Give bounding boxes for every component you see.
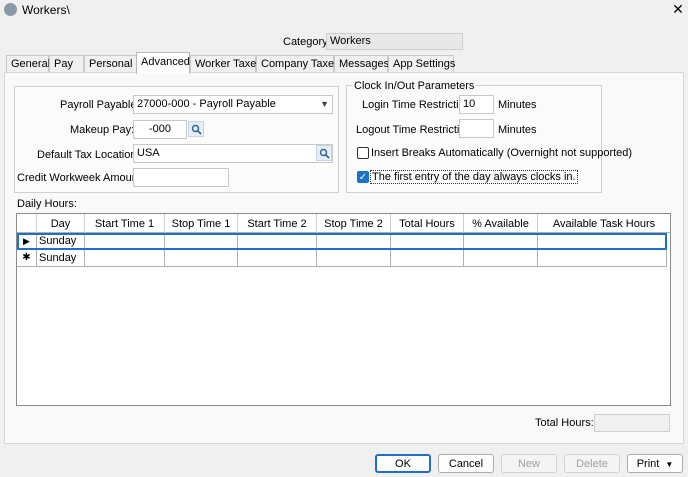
default-tax-field[interactable]: USA	[133, 144, 333, 163]
payroll-payable-select[interactable]: 27000-000 - Payroll Payable ▼	[133, 95, 333, 114]
makeup-pay-label: Makeup Pay:	[70, 124, 135, 136]
column-header[interactable]: Start Time 1	[85, 214, 165, 233]
tab-worker-taxes[interactable]: Worker Taxes	[190, 55, 262, 73]
payroll-payable-value: 27000-000 - Payroll Payable	[137, 98, 276, 110]
table-cell[interactable]	[238, 233, 317, 250]
daily-hours-grid[interactable]: Day Start Time 1 Stop Time 1 Start Time …	[16, 213, 671, 406]
column-header[interactable]: Total Hours	[391, 214, 464, 233]
tab-company-taxes[interactable]: Company Taxes	[256, 55, 340, 73]
default-tax-search-icon[interactable]	[316, 145, 332, 161]
cancel-button[interactable]: Cancel	[438, 454, 494, 473]
makeup-pay-search-icon[interactable]	[188, 121, 204, 137]
total-hours-label: Total Hours:	[535, 417, 594, 429]
title-bar: Workers\ ✕	[0, 0, 688, 20]
table-cell[interactable]	[317, 233, 391, 250]
payroll-payable-label: Payroll Payable:	[60, 99, 140, 111]
tab-general[interactable]: General	[6, 55, 50, 73]
table-cell[interactable]: Sunday	[37, 233, 85, 250]
table-cell[interactable]	[85, 250, 165, 267]
grid-corner	[17, 214, 37, 233]
new-row-icon[interactable]: ✱	[17, 250, 37, 267]
table-cell[interactable]	[391, 233, 464, 250]
clock-group-title: Clock In/Out Parameters	[352, 80, 477, 92]
first-entry-label: The first entry of the day always clocks…	[370, 170, 578, 184]
chevron-down-icon: ▼	[320, 99, 329, 109]
tab-pay[interactable]: Pay	[49, 55, 84, 73]
logout-restriction-label: Logout Time Restriction:	[356, 124, 475, 136]
credit-workweek-field[interactable]	[133, 168, 229, 187]
insert-breaks-label: Insert Breaks Automatically (Overnight n…	[371, 147, 633, 159]
table-cell[interactable]	[464, 250, 538, 267]
table-cell[interactable]	[165, 233, 238, 250]
new-button[interactable]: New	[501, 454, 557, 473]
column-header[interactable]: Stop Time 2	[317, 214, 391, 233]
login-unit: Minutes	[498, 99, 537, 111]
chevron-down-icon: ▼	[665, 460, 674, 469]
daily-hours-label: Daily Hours:	[17, 198, 77, 210]
table-cell[interactable]	[391, 250, 464, 267]
ok-button[interactable]: OK	[375, 454, 431, 473]
workers-window: Workers\ ✕ Category: Workers General Pay…	[0, 0, 688, 477]
column-header[interactable]: Available Task Hours	[538, 214, 670, 233]
app-icon	[4, 3, 17, 16]
table-cell[interactable]	[538, 250, 667, 267]
insert-breaks-checkbox[interactable]	[357, 147, 369, 159]
tab-app-settings[interactable]: App Settings	[388, 55, 455, 73]
row-selector-icon[interactable]: ▶	[17, 233, 37, 250]
credit-workweek-label: Credit Workweek Amount:	[17, 172, 144, 184]
total-hours-field	[594, 414, 670, 432]
column-header[interactable]: % Available	[464, 214, 538, 233]
tab-personal[interactable]: Personal	[84, 55, 137, 73]
table-cell[interactable]	[85, 233, 165, 250]
default-tax-value: USA	[137, 147, 160, 159]
login-restriction-field[interactable]: 10	[459, 95, 494, 114]
tab-advanced[interactable]: Advanced	[136, 52, 190, 74]
first-entry-checkbox[interactable]: ✓	[357, 171, 369, 183]
category-field: Workers	[326, 33, 463, 50]
column-header[interactable]: Stop Time 1	[165, 214, 238, 233]
table-cell[interactable]	[238, 250, 317, 267]
column-header[interactable]: Day	[37, 214, 85, 233]
table-cell[interactable]	[464, 233, 538, 250]
category-label: Category:	[283, 36, 331, 48]
print-button[interactable]: Print ▼	[627, 454, 683, 473]
table-cell[interactable]	[165, 250, 238, 267]
window-title: Workers\	[22, 3, 70, 17]
print-label: Print	[636, 458, 660, 470]
logout-restriction-field[interactable]	[459, 119, 494, 138]
column-header[interactable]: Start Time 2	[238, 214, 317, 233]
default-tax-label: Default Tax Location:	[37, 149, 140, 161]
delete-button[interactable]: Delete	[564, 454, 620, 473]
logout-unit: Minutes	[498, 124, 537, 136]
close-icon[interactable]: ✕	[670, 1, 686, 17]
table-cell[interactable]: Sunday	[37, 250, 85, 267]
table-cell[interactable]	[317, 250, 391, 267]
table-cell[interactable]	[538, 233, 667, 250]
makeup-pay-field[interactable]: -000	[133, 120, 187, 139]
login-restriction-label: Login Time Restriction:	[362, 99, 474, 111]
tab-messages[interactable]: Messages	[334, 55, 389, 73]
